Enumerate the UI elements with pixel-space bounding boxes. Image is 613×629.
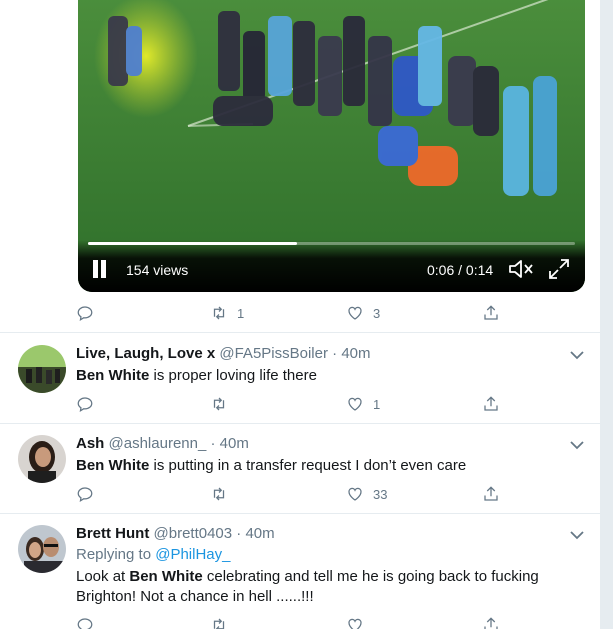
tweet-header: Ash @ashlaurenn_ · 40m xyxy=(76,435,249,452)
like-count: 1 xyxy=(373,396,381,412)
username[interactable]: @ashlaurenn_ xyxy=(109,435,207,452)
tweet-text: Look at Ben White celebrating and tell m… xyxy=(76,567,556,607)
avatar[interactable] xyxy=(18,345,66,393)
share-icon xyxy=(484,396,498,411)
reply-icon xyxy=(77,487,93,503)
like-button[interactable]: 3 xyxy=(346,302,380,324)
reply-button[interactable] xyxy=(76,393,94,415)
video-view-count: 154 views xyxy=(126,262,189,278)
heart-icon xyxy=(348,306,362,320)
tweet-text: Ben White is proper loving life there xyxy=(76,366,556,386)
retweet-button[interactable] xyxy=(210,614,237,629)
avatar-image xyxy=(18,525,66,573)
tweet-actions xyxy=(76,614,516,629)
video-progress-track[interactable] xyxy=(88,242,575,245)
heart-icon xyxy=(348,618,362,629)
tweet-actions: 1 xyxy=(76,393,516,415)
mention-highlight[interactable]: Ben White xyxy=(76,367,149,384)
pause-icon[interactable] xyxy=(92,260,108,278)
reply-icon xyxy=(77,397,93,413)
display-name[interactable]: Live, Laugh, Love x xyxy=(76,345,215,362)
retweet-icon xyxy=(213,397,225,411)
replying-to-label: Replying to xyxy=(76,546,156,563)
reply-icon xyxy=(77,306,93,322)
share-icon xyxy=(484,617,498,629)
username[interactable]: @FA5PissBoiler xyxy=(219,345,328,362)
reply-icon xyxy=(77,618,93,629)
divider xyxy=(0,332,600,333)
chevron-down-icon[interactable] xyxy=(570,530,584,540)
replying-to-link[interactable]: @PhilHay_ xyxy=(155,546,230,563)
timestamp[interactable]: 40m xyxy=(220,435,249,452)
retweet-button[interactable] xyxy=(210,483,237,505)
mute-icon[interactable] xyxy=(508,259,534,279)
heart-icon xyxy=(348,487,362,501)
avatar-image xyxy=(18,435,66,483)
video-player[interactable]: 154 views 0:06 / 0:14 xyxy=(78,0,585,292)
retweet-count: 1 xyxy=(237,305,245,321)
reply-button[interactable] xyxy=(76,483,94,505)
timestamp[interactable]: 40m xyxy=(245,525,274,542)
retweet-icon xyxy=(213,306,225,320)
separator-dot: · xyxy=(332,345,338,362)
heart-icon xyxy=(348,397,362,411)
share-icon xyxy=(484,305,498,320)
display-name[interactable]: Brett Hunt xyxy=(76,525,149,542)
like-button[interactable] xyxy=(346,614,373,629)
tweet-text-rest: is putting in a transfer request I don’t… xyxy=(149,457,467,474)
divider xyxy=(0,423,600,424)
chevron-down-icon[interactable] xyxy=(570,350,584,360)
reply-button[interactable] xyxy=(76,302,103,324)
tweet-header: Brett Hunt @brett0403 · 40m xyxy=(76,525,275,542)
like-button[interactable]: 33 xyxy=(346,483,387,505)
tweet-text-rest: is proper loving life there xyxy=(149,367,317,384)
like-count: 33 xyxy=(373,486,388,502)
separator-dot: · xyxy=(236,525,242,542)
divider xyxy=(0,513,600,514)
retweet-icon xyxy=(213,487,225,501)
tweet-header: Live, Laugh, Love x @FA5PissBoiler · 40m xyxy=(76,345,371,362)
tweet-actions: 33 xyxy=(76,483,516,505)
display-name[interactable]: Ash xyxy=(76,435,104,452)
avatar[interactable] xyxy=(18,525,66,573)
video-time: 0:06 / 0:14 xyxy=(427,262,494,278)
timestamp[interactable]: 40m xyxy=(341,345,370,362)
avatar[interactable] xyxy=(18,435,66,483)
tweet-text: Ben White is putting in a transfer reque… xyxy=(76,456,556,476)
tweet-actions: 1 3 xyxy=(76,302,516,324)
fullscreen-icon[interactable] xyxy=(548,258,570,280)
like-count: 3 xyxy=(373,305,381,321)
separator-dot: · xyxy=(210,435,216,452)
share-button[interactable] xyxy=(482,483,500,505)
video-progress-fill xyxy=(88,242,298,245)
chevron-down-icon[interactable] xyxy=(570,440,584,450)
mention-highlight[interactable]: Ben White xyxy=(129,568,202,585)
share-button[interactable] xyxy=(482,393,500,415)
retweet-button[interactable]: 1 xyxy=(210,302,244,324)
avatar-image xyxy=(18,345,66,393)
like-button[interactable]: 1 xyxy=(346,393,380,415)
timeline-column: 154 views 0:06 / 0:14 1 3 Live, Laugh, L… xyxy=(0,0,601,629)
share-button[interactable] xyxy=(482,302,500,324)
username[interactable]: @brett0403 xyxy=(154,525,233,542)
mention-highlight[interactable]: Ben White xyxy=(76,457,149,474)
replying-to: Replying to @PhilHay_ xyxy=(76,546,230,563)
retweet-button[interactable] xyxy=(210,393,237,415)
share-icon xyxy=(484,486,498,501)
reply-button[interactable] xyxy=(76,614,94,629)
retweet-icon xyxy=(213,618,225,629)
tweet-text-pre: Look at xyxy=(76,568,130,585)
share-button[interactable] xyxy=(482,614,500,629)
